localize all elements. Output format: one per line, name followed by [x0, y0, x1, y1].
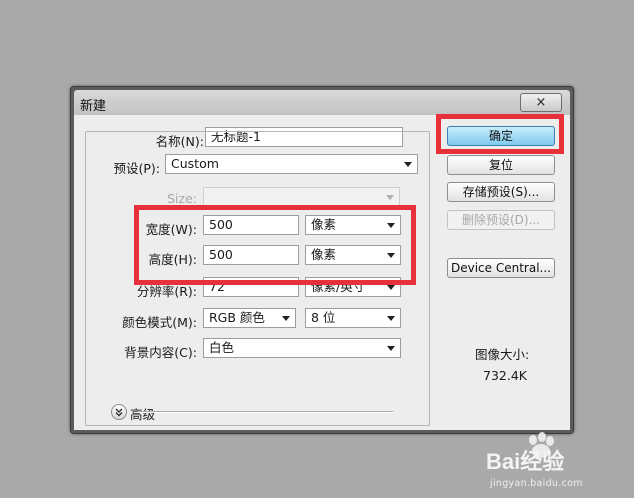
chevron-down-icon: [282, 316, 290, 321]
preset-select[interactable]: Custom: [165, 154, 418, 174]
advanced-divider: [138, 411, 393, 413]
image-size-value: 732.4K: [483, 368, 527, 383]
double-chevron-down-icon: [115, 408, 123, 417]
close-icon: ×: [535, 95, 547, 110]
bit-depth-value: 8 位: [311, 310, 336, 325]
chevron-down-icon: [387, 285, 395, 290]
chevron-down-icon: [404, 162, 412, 167]
advanced-label: 高级: [130, 407, 156, 422]
dimensions-highlight: [134, 205, 416, 285]
watermark-brand: Bai经验: [486, 449, 565, 474]
background-label: 背景内容(C):: [124, 345, 197, 360]
close-button[interactable]: ×: [520, 93, 562, 112]
background-select[interactable]: 白色: [203, 338, 401, 358]
reset-button[interactable]: 复位: [447, 155, 555, 175]
bit-depth-select[interactable]: 8 位: [305, 308, 401, 328]
size-select: [203, 187, 400, 207]
expand-advanced-button[interactable]: [111, 404, 127, 420]
watermark-url: jingyan.baidu.com: [490, 478, 583, 489]
image-size-label: 图像大小:: [475, 347, 530, 362]
background-value: 白色: [209, 340, 235, 355]
color-mode-label: 颜色模式(M):: [122, 315, 197, 330]
save-preset-button[interactable]: 存储预设(S)...: [447, 182, 555, 202]
chevron-down-icon: [387, 346, 395, 351]
preset-label: 预设(P):: [113, 161, 160, 176]
device-central-button[interactable]: Device Central...: [447, 258, 555, 278]
dialog-titlebar[interactable]: 新建 ×: [74, 90, 570, 115]
dialog-title: 新建: [80, 99, 107, 114]
color-mode-select[interactable]: RGB 颜色: [203, 308, 296, 328]
chevron-down-icon: [386, 195, 394, 200]
chevron-down-icon: [387, 316, 395, 321]
preset-value: Custom: [171, 156, 219, 171]
color-mode-value: RGB 颜色: [209, 310, 265, 325]
size-label: Size:: [167, 191, 197, 206]
delete-preset-button: 删除预设(D)...: [447, 210, 555, 230]
ok-button-highlight: [436, 114, 564, 154]
